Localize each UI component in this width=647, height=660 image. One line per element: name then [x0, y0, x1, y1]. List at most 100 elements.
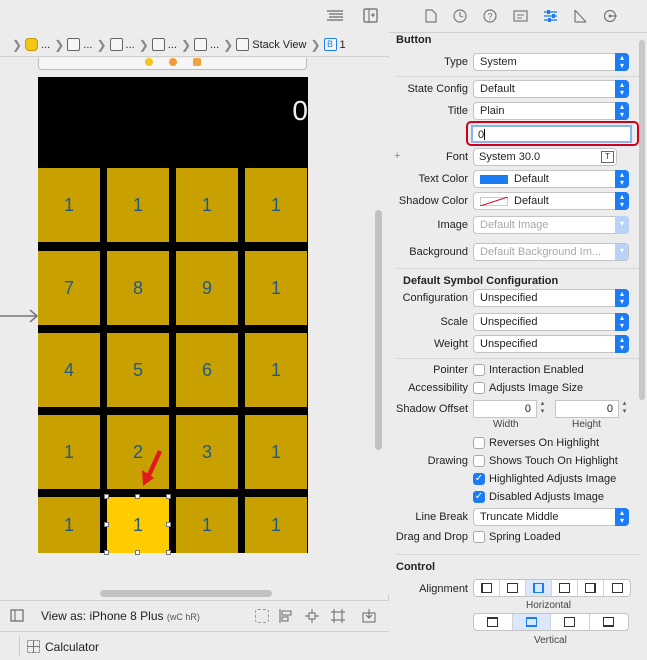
- image-combo[interactable]: Default Image ▾: [473, 216, 629, 234]
- resize-handle[interactable]: [104, 550, 109, 555]
- calculator-view[interactable]: 0 11117891456112311111: [38, 77, 308, 555]
- connections-inspector-icon[interactable]: [602, 8, 618, 24]
- calculator-key[interactable]: 1: [38, 415, 100, 489]
- jumpbar-item[interactable]: ❯ ...: [94, 38, 134, 52]
- resize-handle[interactable]: [104, 494, 109, 499]
- shadow-color-swatch: [480, 197, 508, 206]
- align-leading-icon[interactable]: [552, 580, 578, 596]
- align-vertical-fill-icon[interactable]: [512, 614, 551, 630]
- state-config-popup[interactable]: Default ▴ ▾: [473, 80, 629, 98]
- calculator-key[interactable]: 1: [38, 168, 100, 242]
- align-bottom-icon[interactable]: [590, 614, 628, 630]
- shadow-color-popup[interactable]: Default ▴ ▾: [473, 192, 629, 210]
- configuration-popup[interactable]: Unspecified ▴ ▾: [473, 289, 629, 307]
- shadow-offset-height-field[interactable]: 0: [555, 400, 619, 418]
- align-top-icon[interactable]: [474, 614, 513, 630]
- identity-inspector-icon[interactable]: [512, 8, 528, 24]
- scale-popup[interactable]: Unspecified ▴ ▾: [473, 313, 629, 331]
- quick-help-icon[interactable]: ?: [482, 8, 498, 24]
- text-color-popup[interactable]: Default ▴ ▾: [473, 170, 629, 188]
- weight-label: Weight: [433, 338, 468, 350]
- calculator-key[interactable]: 1: [245, 251, 307, 325]
- align-trailing-icon[interactable]: [604, 580, 630, 596]
- calculator-key[interactable]: 1: [176, 497, 238, 553]
- jumpbar-item[interactable]: ❯ ...: [179, 38, 219, 52]
- vertical-scrollbar[interactable]: [375, 210, 382, 450]
- jumpbar-item[interactable]: ❯ ...: [52, 38, 92, 52]
- title-text-field[interactable]: 0: [471, 125, 632, 143]
- update-frames-icon[interactable]: [255, 609, 269, 623]
- shows-touch-checkbox[interactable]: [473, 455, 485, 467]
- storyboard-canvas[interactable]: 0 11117891456112311111: [0, 58, 389, 595]
- add-editor-icon[interactable]: [363, 8, 378, 23]
- file-inspector-icon[interactable]: [423, 8, 439, 24]
- shadow-width-stepper[interactable]: ▴ ▾: [538, 400, 547, 418]
- view-as-label[interactable]: View as: iPhone 8 Plus (wC hR): [41, 609, 200, 623]
- calculator-key[interactable]: 1: [107, 168, 169, 242]
- calculator-key[interactable]: 1: [176, 168, 238, 242]
- disabled-adjusts-image-checkbox[interactable]: ✓: [473, 491, 485, 503]
- first-responder-icon[interactable]: [145, 58, 153, 66]
- adjusts-image-size-checkbox[interactable]: [473, 382, 485, 394]
- align-middle-icon[interactable]: [551, 614, 590, 630]
- editor-options-icon[interactable]: [326, 9, 344, 22]
- popup-arrows-icon: ▴ ▾: [615, 335, 629, 353]
- inspector-scrollbar[interactable]: [639, 40, 645, 400]
- calculator-key[interactable]: 6: [176, 333, 238, 407]
- calculator-key[interactable]: 5: [107, 333, 169, 407]
- add-constraints-icon[interactable]: [305, 609, 319, 623]
- title-type-popup[interactable]: Plain ▴ ▾: [473, 102, 629, 120]
- calculator-key[interactable]: 9: [176, 251, 238, 325]
- jumpbar-item[interactable]: ❯ Stack View: [221, 38, 306, 52]
- shows-touch-label: Shows Touch On Highlight: [489, 455, 618, 467]
- exit-icon[interactable]: [169, 58, 177, 66]
- storyboard-entry-icon[interactable]: [193, 58, 201, 66]
- calculator-key[interactable]: 1: [245, 497, 307, 553]
- calculator-key[interactable]: 1: [245, 415, 307, 489]
- horizontal-scrollbar[interactable]: [100, 590, 272, 597]
- resize-handle[interactable]: [166, 550, 171, 555]
- resize-handle[interactable]: [166, 522, 171, 527]
- background-combo[interactable]: Default Background Im... ▾: [473, 243, 629, 261]
- align-fill-icon[interactable]: [526, 580, 552, 596]
- filter-separator: [19, 636, 20, 656]
- jumpbar-item[interactable]: ❯ B 1: [308, 38, 345, 52]
- highlighted-adjusts-image-checkbox[interactable]: ✓: [473, 473, 485, 485]
- calculator-key[interactable]: 4: [38, 333, 100, 407]
- align-right-icon[interactable]: [578, 580, 604, 596]
- history-inspector-icon[interactable]: [452, 8, 468, 24]
- type-popup[interactable]: System ▴ ▾: [473, 53, 629, 71]
- add-font-variation-icon[interactable]: +: [394, 150, 400, 162]
- shadow-height-stepper[interactable]: ▴ ▾: [620, 400, 629, 418]
- calculator-key[interactable]: 1: [38, 497, 100, 553]
- embed-in-icon[interactable]: [362, 609, 376, 623]
- attributes-inspector-icon[interactable]: [542, 8, 558, 24]
- font-picker-icon[interactable]: T: [601, 151, 614, 163]
- jumpbar-item[interactable]: ❯ ...: [137, 38, 177, 52]
- align-center-icon[interactable]: [500, 580, 526, 596]
- resize-handle[interactable]: [166, 494, 171, 499]
- font-field[interactable]: System 30.0 T: [473, 148, 617, 166]
- align-left-icon[interactable]: [474, 580, 500, 596]
- interaction-enabled-checkbox[interactable]: [473, 364, 485, 376]
- line-break-popup[interactable]: Truncate Middle ▴ ▾: [473, 508, 629, 526]
- calculator-key[interactable]: 7: [38, 251, 100, 325]
- entry-point-arrow-icon[interactable]: [0, 308, 40, 324]
- resize-handle[interactable]: [104, 522, 109, 527]
- resize-handle[interactable]: [135, 550, 140, 555]
- toggle-outline-icon[interactable]: [10, 609, 24, 622]
- calculator-key[interactable]: 1: [245, 333, 307, 407]
- calculator-key[interactable]: 8: [107, 251, 169, 325]
- spring-loaded-checkbox[interactable]: [473, 531, 485, 543]
- calculator-key[interactable]: 3: [176, 415, 238, 489]
- calculator-key[interactable]: 1: [104, 494, 171, 555]
- resolve-issues-icon[interactable]: [331, 609, 345, 623]
- jumpbar-item[interactable]: ❯ ...: [10, 38, 50, 52]
- weight-popup[interactable]: Unspecified ▴ ▾: [473, 335, 629, 353]
- calculator-key[interactable]: 1: [245, 168, 307, 242]
- shadow-offset-width-field[interactable]: 0: [473, 400, 537, 418]
- resize-handle[interactable]: [135, 494, 140, 499]
- align-icon[interactable]: [279, 609, 293, 623]
- reverses-on-highlight-checkbox[interactable]: [473, 437, 485, 449]
- size-inspector-icon[interactable]: [572, 8, 588, 24]
